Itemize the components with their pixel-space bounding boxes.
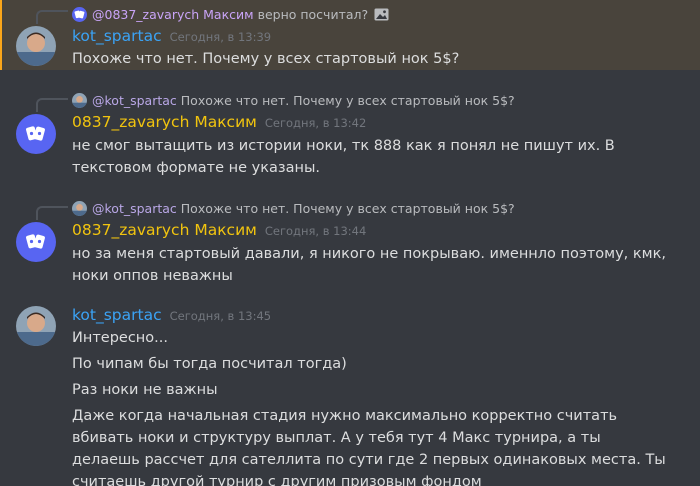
message-content: но за меня стартовый давали, я никого не… [72,243,672,287]
bot-avatar[interactable] [16,222,56,262]
message-line: По чипам бы тогда посчитал тогда) [72,356,347,372]
message-header: 0837_zavarych Максим Сегодня, в 13:44 [72,221,366,239]
message[interactable]: kot_spartac Сегодня, в 13:45 Интересно..… [0,300,700,486]
image-icon [374,8,389,21]
reply-reference[interactable]: @kot_spartac Похоже что нет. Почему у вс… [72,198,515,218]
message-line: Раз ноки не важны [72,382,218,398]
user-avatar[interactable] [16,26,56,66]
user-avatar[interactable] [16,306,56,346]
timestamp: Сегодня, в 13:45 [169,309,272,323]
reply-connector [36,206,68,220]
user-avatar-small [72,200,87,216]
message-header: 0837_zavarych Максим Сегодня, в 13:42 [72,113,366,131]
message[interactable]: @kot_spartac Похоже что нет. Почему у вс… [0,88,700,178]
reply-author[interactable]: @0837_zavarych Максим [92,7,254,22]
message-line: Даже когда начальная стадия нужно максим… [72,408,666,486]
message-line: Интересно... [72,330,168,346]
reply-text: Похоже что нет. Почему у всех стартовый … [180,200,515,216]
bot-avatar[interactable] [16,114,56,154]
chat-messages: @0837_zavarych Максим верно посчитал? ko… [0,0,700,486]
message-content: не смог вытащить из истории ноки, тк 888… [72,135,672,179]
message-highlighted[interactable]: @0837_zavarych Максим верно посчитал? ko… [0,0,700,70]
user-avatar-small [72,92,87,108]
message[interactable]: @kot_spartac Похоже что нет. Почему у вс… [0,196,700,286]
reply-connector [36,10,68,24]
reply-text: верно посчитал? [257,6,369,22]
message-content: Похоже что нет. Почему у всех стартовый … [72,48,672,70]
author-name[interactable]: 0837_zavarych Максим [72,221,257,239]
timestamp: Сегодня, в 13:42 [264,116,367,130]
reply-reference[interactable]: @kot_spartac Похоже что нет. Почему у вс… [72,90,515,110]
reply-text: Похоже что нет. Почему у всех стартовый … [180,92,515,108]
reply-author[interactable]: @kot_spartac [92,201,177,216]
author-name[interactable]: kot_spartac [72,306,162,324]
author-name[interactable]: kot_spartac [72,27,162,45]
timestamp: Сегодня, в 13:44 [264,224,367,238]
reply-author[interactable]: @kot_spartac [92,93,177,108]
message-line: не смог вытащить из истории ноки, тк 888… [72,138,615,176]
timestamp: Сегодня, в 13:39 [169,30,272,44]
message-line: но за меня стартовый давали, я никого не… [72,246,666,284]
reply-connector [36,98,68,112]
message-header: kot_spartac Сегодня, в 13:39 [72,27,271,45]
author-name[interactable]: 0837_zavarych Максим [72,113,257,131]
message-content: Интересно... По чипам бы тогда посчитал … [72,327,672,486]
reply-reference[interactable]: @0837_zavarych Максим верно посчитал? [72,4,389,24]
message-header: kot_spartac Сегодня, в 13:45 [72,306,271,324]
message-line: Похоже что нет. Почему у всех стартовый … [72,51,460,67]
bot-avatar-icon [72,6,87,22]
